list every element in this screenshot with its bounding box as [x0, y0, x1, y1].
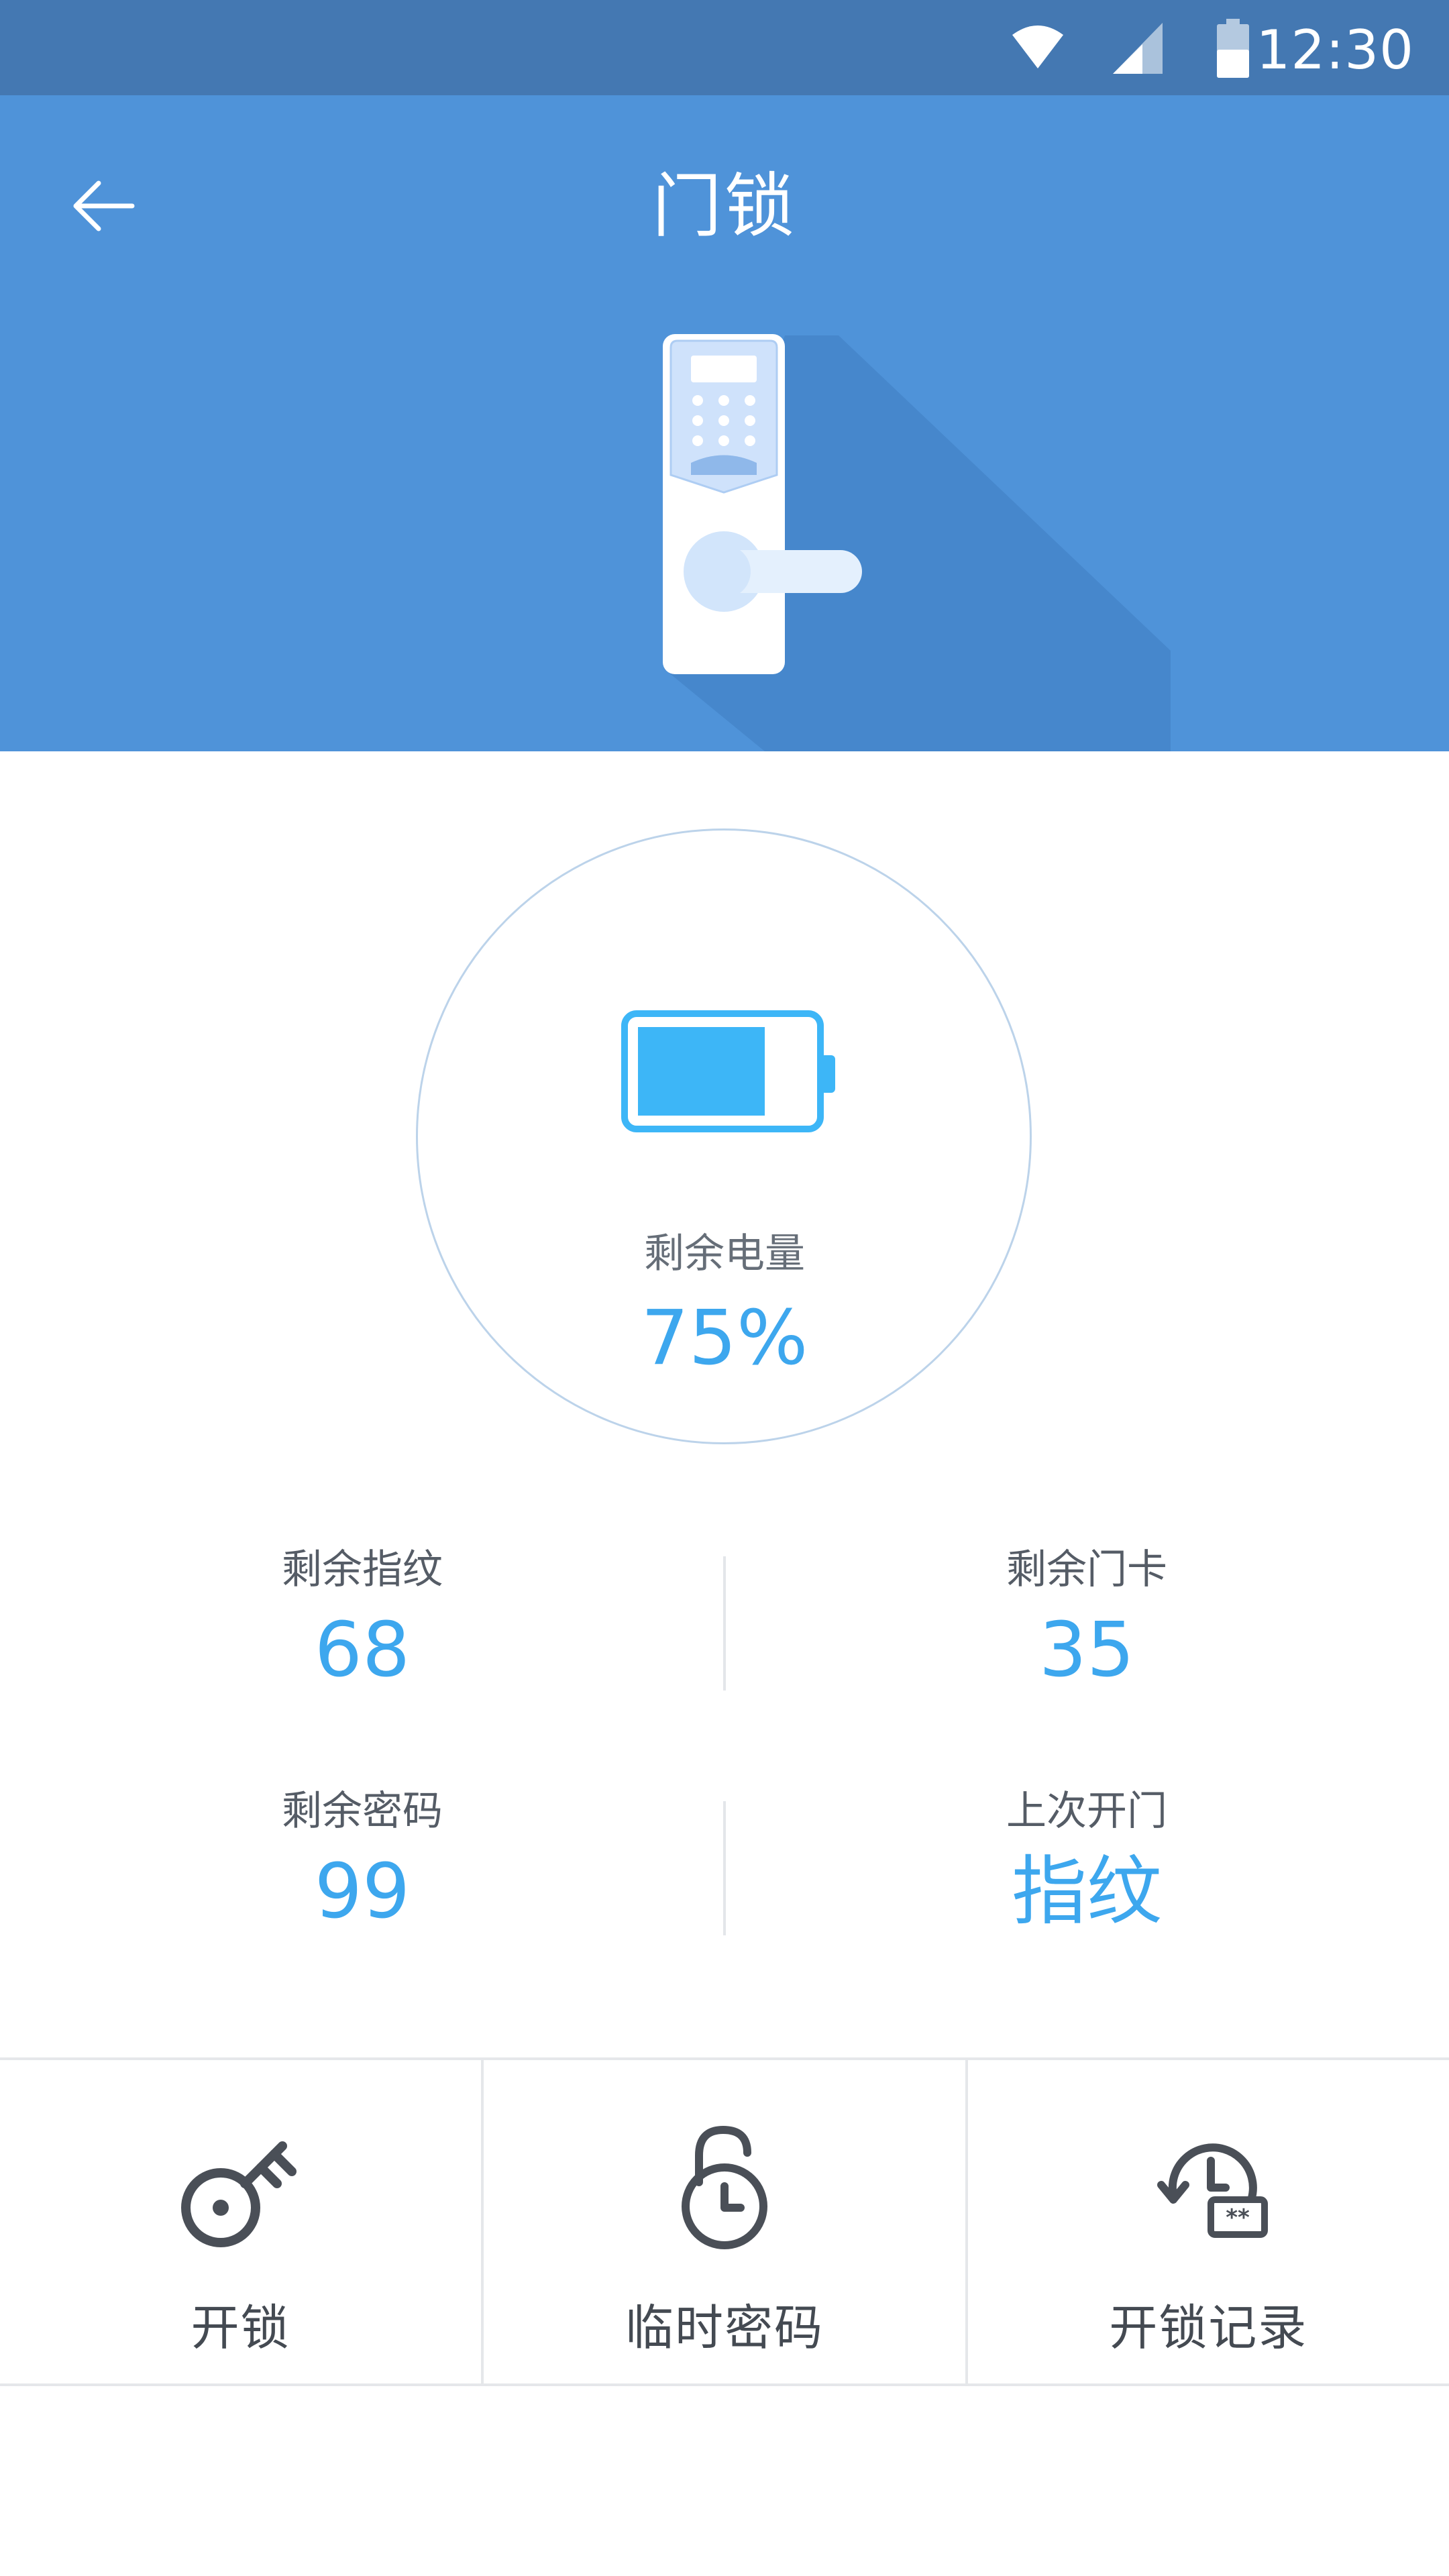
status-bar: 12:30 [0, 0, 1449, 95]
unlock-history-icon: ** [1157, 2143, 1269, 2238]
stat-label: 上次开门 [1006, 1788, 1167, 1835]
stat-value: 99 [314, 1848, 411, 1935]
unlock-button[interactable]: 开锁 [0, 2060, 481, 2383]
wifi-icon [1012, 25, 1063, 68]
stat-passwords: 剩余密码 99 [0, 1784, 724, 1939]
action-bar: 开锁 临时密码 ** 开锁记录 [0, 2057, 1449, 2386]
stat-fingerprints: 剩余指纹 68 [0, 1543, 724, 1697]
stat-label: 剩余密码 [282, 1788, 443, 1835]
stat-value: 68 [314, 1607, 411, 1694]
stat-cards: 剩余门卡 35 [724, 1543, 1449, 1697]
header: 门锁 [0, 95, 1449, 751]
stat-label: 剩余门卡 [1006, 1546, 1167, 1593]
timed-lock-icon [681, 2125, 767, 2249]
stat-label: 剩余指纹 [282, 1546, 443, 1593]
status-time: 12:30 [1256, 19, 1414, 81]
stat-last-open: 上次开门 指纹 [724, 1784, 1449, 1939]
action-label: 开锁 [191, 2300, 290, 2356]
stat-value: 指纹 [1012, 1848, 1162, 1935]
action-label: 开锁记录 [1109, 2300, 1308, 2356]
battery-label: 剩余电量 [644, 1230, 805, 1277]
battery-level-icon [621, 1010, 835, 1132]
signal-icon [1113, 23, 1163, 74]
key-icon [180, 2141, 297, 2247]
unlock-history-button[interactable]: ** 开锁记录 [965, 2060, 1449, 2383]
battery-status-icon [1217, 19, 1249, 78]
svg-text:**: ** [1226, 2204, 1250, 2231]
action-label: 临时密码 [625, 2300, 824, 2356]
stat-value: 35 [1038, 1607, 1135, 1694]
temporary-password-button[interactable]: 临时密码 [481, 2060, 965, 2383]
battery-value: 75% [641, 1295, 808, 1382]
page-title: 门锁 [651, 165, 797, 247]
